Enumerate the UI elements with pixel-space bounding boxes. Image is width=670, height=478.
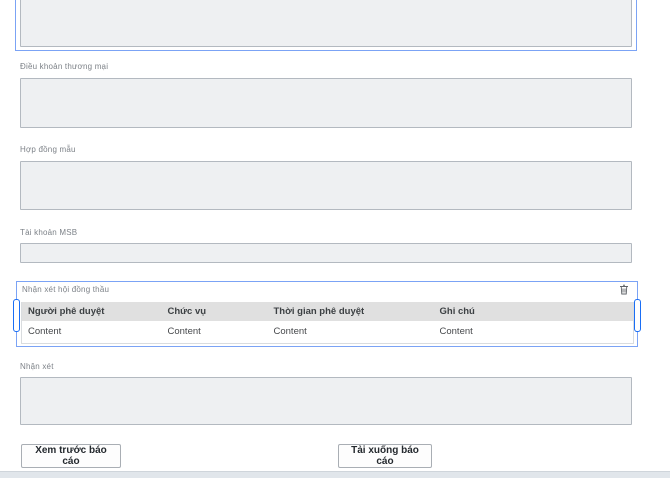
cell-approver: Content	[22, 321, 162, 343]
msb-account-input[interactable]	[20, 243, 632, 263]
table-row[interactable]: Content Content Content Content	[22, 321, 634, 343]
cell-approval-time: Content	[268, 321, 434, 343]
contract-template-textarea[interactable]	[20, 161, 632, 210]
table-header-row: Người phê duyệt Chức vụ Thời gian phê du…	[22, 302, 634, 321]
download-report-button[interactable]: Tải xuống báo cáo	[338, 444, 432, 468]
resize-handle-right[interactable]	[634, 299, 641, 332]
preview-report-button[interactable]: Xem trước báo cáo	[21, 444, 121, 468]
cell-position: Content	[162, 321, 268, 343]
approval-table: Người phê duyệt Chức vụ Thời gian phê du…	[21, 302, 634, 344]
commercial-terms-textarea[interactable]	[20, 78, 632, 128]
col-header-approval-time: Thời gian phê duyệt	[268, 302, 434, 321]
form-canvas: Điều khoản thương mại Hợp đồng mẫu Tài k…	[0, 0, 670, 478]
col-header-note: Ghi chú	[434, 302, 634, 321]
resize-handle-left[interactable]	[13, 299, 20, 332]
delete-widget-button[interactable]	[618, 283, 630, 296]
comments-label: Nhận xét	[20, 362, 54, 371]
col-header-position: Chức vụ	[162, 302, 268, 321]
msb-account-label: Tài khoản MSB	[20, 228, 77, 237]
contract-template-label: Hợp đồng mẫu	[20, 145, 76, 154]
comments-textarea[interactable]	[20, 377, 632, 425]
trash-icon	[618, 284, 630, 299]
top-textarea[interactable]	[20, 0, 632, 47]
approval-table-label: Nhận xét hội đồng thầu	[22, 285, 109, 294]
commercial-terms-label: Điều khoản thương mại	[20, 62, 108, 71]
col-header-approver: Người phê duyệt	[22, 302, 162, 321]
bottom-scrollbar-track	[0, 471, 670, 478]
cell-note: Content	[434, 321, 634, 343]
